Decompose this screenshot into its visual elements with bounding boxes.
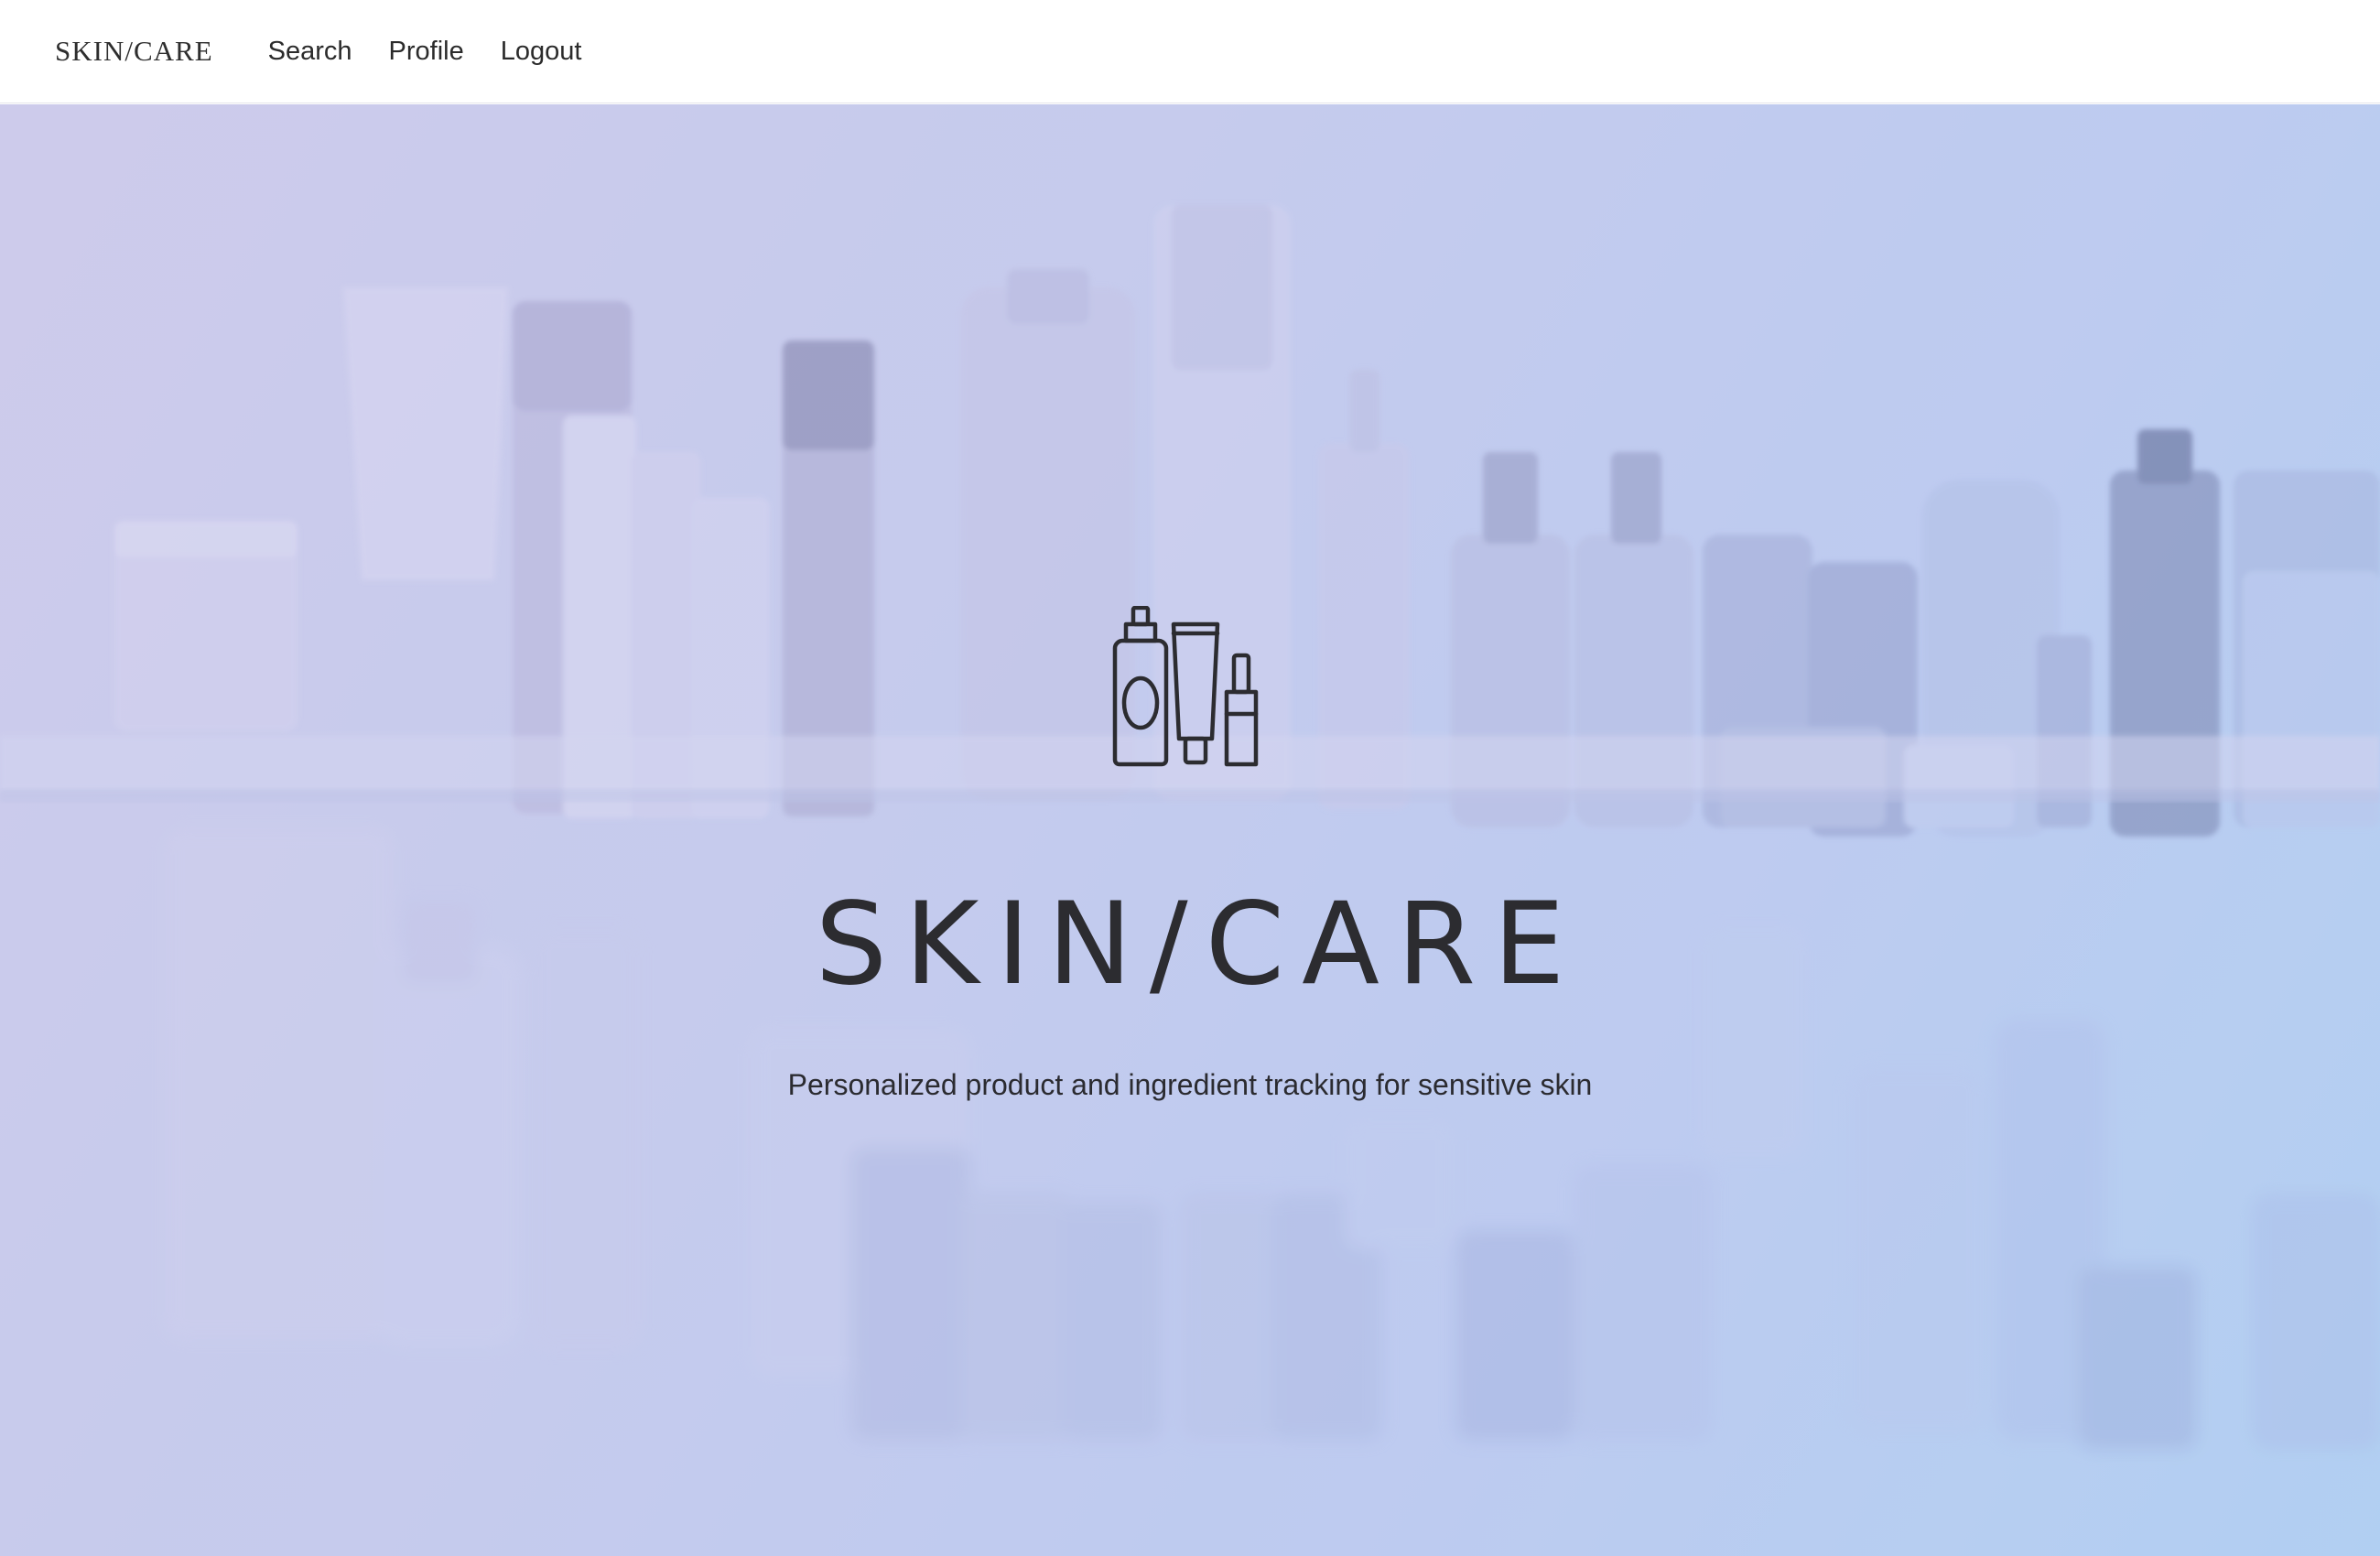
skincare-bottles-icon bbox=[1112, 606, 1259, 767]
hero-content: SKIN/CARE Personalized product and ingre… bbox=[0, 104, 2380, 1556]
top-navbar: SKIN/CARE Search Profile Logout bbox=[0, 0, 2380, 103]
hero-tagline: Personalized product and ingredient trac… bbox=[787, 1068, 1593, 1101]
nav-link-search[interactable]: Search bbox=[268, 37, 352, 67]
brand-logo-link[interactable]: SKIN/CARE bbox=[55, 35, 213, 68]
nav-link-logout[interactable]: Logout bbox=[501, 37, 582, 67]
nav-link-profile[interactable]: Profile bbox=[389, 37, 464, 67]
hero-section: SKIN/CARE Personalized product and ingre… bbox=[0, 104, 2380, 1556]
hero-title: SKIN/CARE bbox=[815, 879, 1583, 1010]
